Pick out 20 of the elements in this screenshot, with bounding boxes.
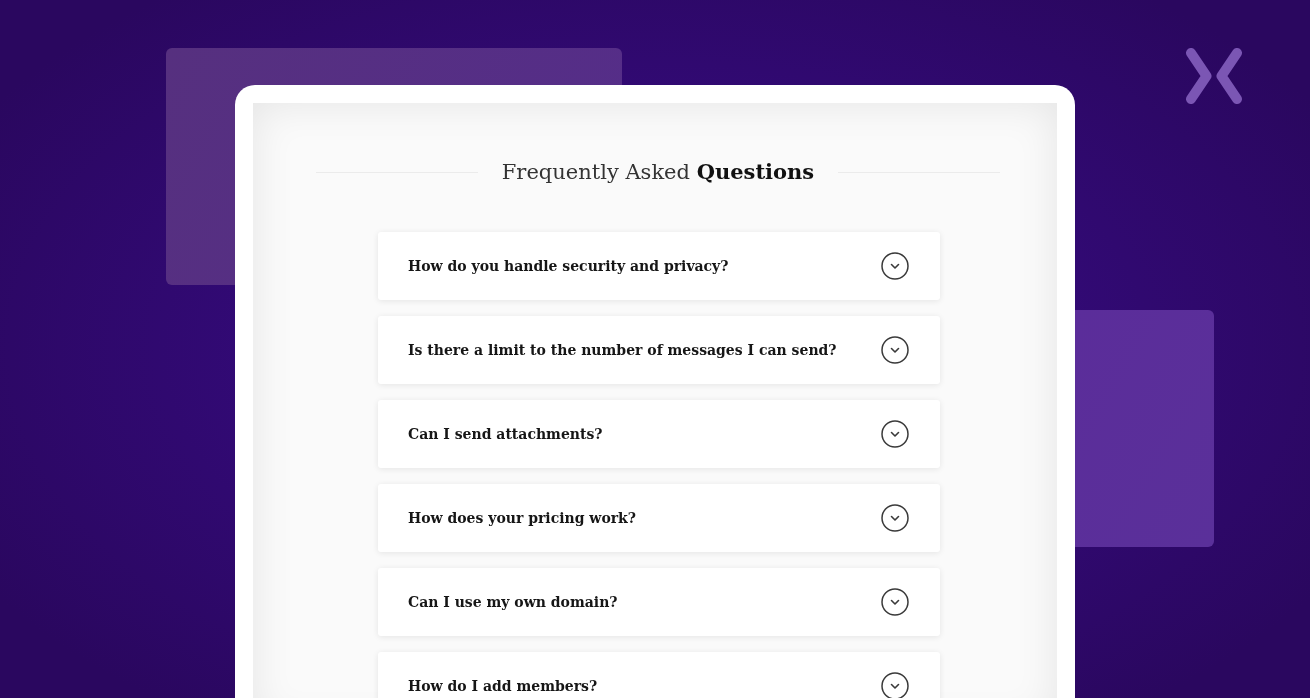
faq-item[interactable]: Is there a limit to the number of messages I can send? <box>378 316 940 384</box>
faq-question: How do I add members? <box>408 678 598 694</box>
faq-item[interactable]: Can I use my own domain? <box>378 568 940 636</box>
logo-icon <box>1186 48 1242 104</box>
faq-item[interactable]: How do I add members? <box>378 652 940 698</box>
faq-question: How do you handle security and privacy? <box>408 258 729 274</box>
expand-chevron-icon[interactable] <box>881 420 909 448</box>
faq-item[interactable]: How does your pricing work? <box>378 484 940 552</box>
faq-item[interactable]: Can I send attachments? <box>378 400 940 468</box>
faq-question: How does your pricing work? <box>408 510 637 526</box>
expand-chevron-icon[interactable] <box>881 504 909 532</box>
expand-chevron-icon[interactable] <box>881 672 909 698</box>
expand-chevron-icon[interactable] <box>881 336 909 364</box>
faq-question: Is there a limit to the number of messages I can send? <box>408 342 837 358</box>
faq-title: Frequently Asked Questions <box>501 158 815 186</box>
faq-question: Can I use my own domain? <box>408 594 618 610</box>
faq-question: Can I send attachments? <box>408 426 603 442</box>
expand-chevron-icon[interactable] <box>881 252 909 280</box>
expand-chevron-icon[interactable] <box>881 588 909 616</box>
faq-item[interactable]: How do you handle security and privacy? <box>378 232 940 300</box>
